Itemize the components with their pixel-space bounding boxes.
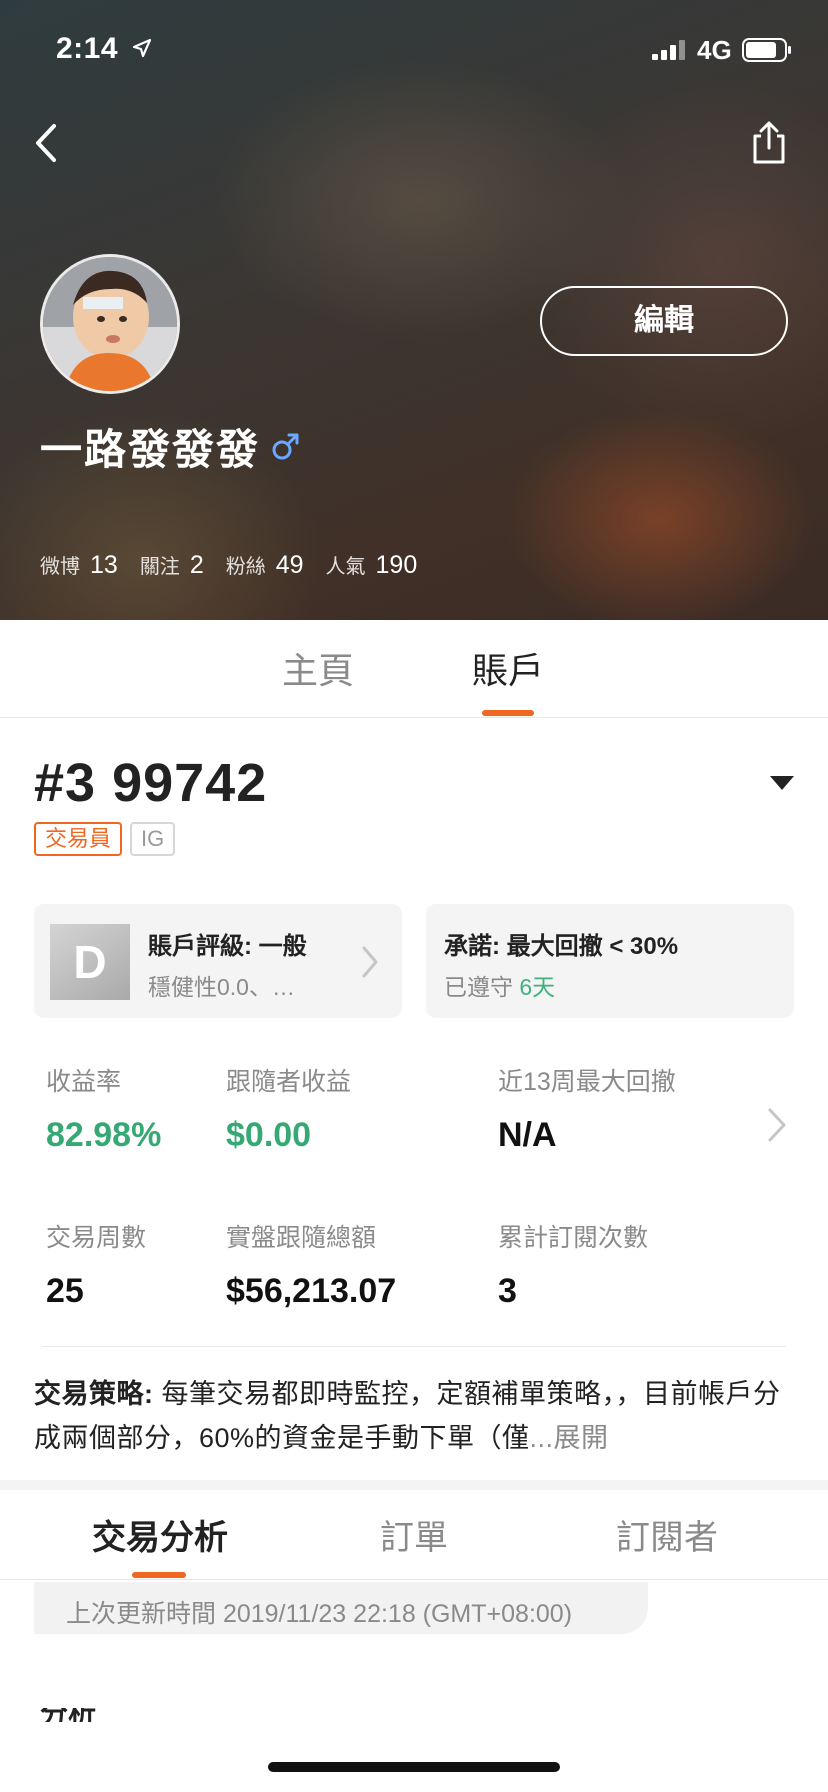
trading-weeks-value: 25: [46, 1272, 84, 1310]
commitment-card: 承諾: 最大回撤 < 30% 已遵守 6天: [426, 904, 794, 1018]
max-drawdown-label: 近13周最大回撤: [498, 1068, 676, 1096]
stat-label: 人氣: [325, 556, 366, 578]
commitment-title: 承諾: 最大回撤 < 30%: [444, 933, 679, 960]
strategy-title: 交易策略:: [34, 1379, 154, 1409]
rating-subtitle: 穩健性0.0、…: [148, 974, 295, 1000]
main-tabs: 主頁 賬戶: [0, 620, 828, 718]
commitment-days: 6天: [519, 974, 556, 1000]
account-dropdown-icon[interactable]: [768, 774, 796, 792]
rating-title: 賬戶評級: 一般: [148, 933, 307, 960]
battery-icon: [742, 38, 791, 62]
home-indicator[interactable]: [268, 1762, 560, 1772]
section-heading-partial: 分析: [40, 1708, 120, 1722]
username: 一路發發發: [40, 425, 261, 473]
broker-tag: IG: [130, 822, 176, 856]
stat-label: 關注: [139, 556, 180, 578]
stat-weibo[interactable]: 微博 13: [40, 550, 118, 580]
stat-value: 190: [375, 551, 418, 579]
trading-strategy: 交易策略: 每筆交易都即時監控，定額補單策略，，目前帳戶分成兩個部分，60%的資…: [34, 1372, 796, 1460]
trading-weeks-label: 交易周數: [46, 1224, 147, 1252]
tab-orders[interactable]: 訂單: [380, 1510, 448, 1559]
stat-label: 微博: [40, 556, 80, 578]
edit-profile-button[interactable]: 編輯: [540, 286, 788, 356]
username-row: 一路發發發: [40, 416, 302, 476]
signal-icon: [652, 40, 685, 60]
back-button[interactable]: [28, 118, 68, 168]
male-gender-icon: [272, 433, 299, 460]
tab-home[interactable]: 主頁: [282, 642, 354, 694]
stat-followers[interactable]: 粉絲 49: [226, 550, 304, 580]
stat-label: 粉絲: [225, 556, 266, 578]
tab-trade-analysis[interactable]: 交易分析: [92, 1510, 228, 1559]
account-tags: 交易員 IG: [34, 822, 183, 856]
stat-value: 49: [275, 551, 304, 579]
status-bar: 2:14 4G: [0, 0, 828, 96]
trader-tag: 交易員: [34, 822, 123, 856]
location-arrow-icon: [132, 38, 152, 58]
section-heading-text: 分析: [40, 1708, 120, 1722]
last-update-text: 上次更新時間 2019/11/23 22:18 (GMT+08:00): [66, 1600, 573, 1628]
avatar-image: [43, 257, 177, 391]
commitment-kept-label: 已遵守: [444, 974, 513, 1000]
max-drawdown-value: N/A: [498, 1116, 557, 1154]
account-id: #3 99742: [34, 753, 268, 813]
chevron-right-icon: [362, 946, 378, 978]
sub-tab-active-indicator: [132, 1572, 186, 1578]
rating-grade-badge: D: [50, 924, 130, 1000]
profile-stats: 微博 13 關注 2 粉絲 49 人氣 190: [40, 550, 439, 580]
profile-header: 2:14 4G 編輯 一路發發發 微博 13 關注 2 粉絲 49 人氣 190: [0, 0, 828, 620]
return-rate-value: 82.98%: [46, 1116, 162, 1154]
follower-profit-value: $0.00: [226, 1116, 312, 1154]
live-follow-total-value: $56,213.07: [226, 1272, 397, 1310]
tab-account[interactable]: 賬戶: [472, 642, 544, 694]
share-button[interactable]: [748, 118, 790, 168]
stat-following[interactable]: 關注 2: [140, 550, 204, 580]
status-time: 2:14: [56, 32, 119, 65]
tab-subscribers[interactable]: 訂閱者: [616, 1510, 718, 1559]
subscription-count-label: 累計訂閱次數: [498, 1224, 649, 1252]
stat-value: 13: [90, 551, 118, 579]
divider: [42, 1346, 786, 1347]
section-gap: [0, 1480, 828, 1490]
subscription-count-value: 3: [498, 1272, 517, 1310]
live-follow-total-label: 實盤跟隨總額: [226, 1224, 377, 1252]
account-rating-card[interactable]: D 賬戶評級: 一般 穩健性0.0、…: [34, 904, 402, 1018]
sub-tabs: 交易分析 訂單 訂閱者: [0, 1490, 828, 1580]
expand-strategy-link[interactable]: ...展開: [530, 1423, 609, 1453]
stat-popularity: 人氣 190: [326, 550, 418, 580]
commitment-status: 已遵守 6天: [444, 968, 555, 1002]
follower-profit-label: 跟隨者收益: [226, 1068, 352, 1096]
network-type: 4G: [697, 35, 732, 65]
tab-active-indicator: [482, 710, 534, 716]
stat-value: 2: [189, 551, 204, 579]
metrics-chevron-right-icon[interactable]: [766, 1106, 788, 1144]
last-update-bar: 上次更新時間 2019/11/23 22:18 (GMT+08:00): [34, 1582, 648, 1634]
avatar[interactable]: [40, 254, 180, 394]
return-rate-label: 收益率: [46, 1068, 122, 1096]
